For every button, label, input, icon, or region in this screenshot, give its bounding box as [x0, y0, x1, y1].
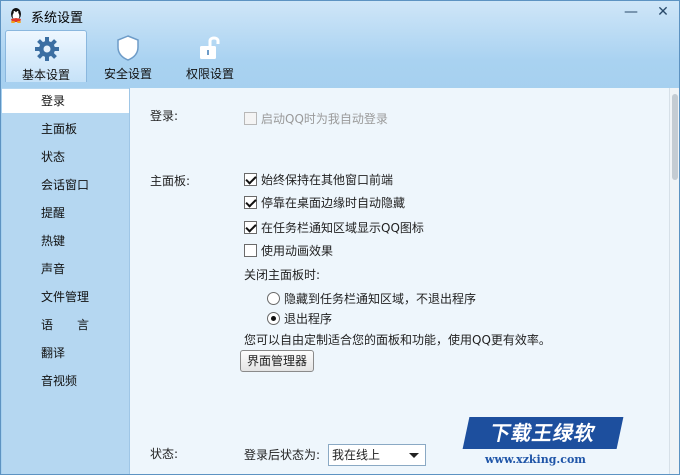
settings-window: 系统设置 — ✕ 基本设置 安全设置 权限设置 登录 主面板 状态 会话窗口 提… [0, 0, 680, 475]
tray-icon-label: 在任务栏通知区域显示QQ图标 [261, 220, 424, 235]
sidebar-item-status[interactable]: 状态 [2, 145, 129, 169]
main-panel-section-label: 主面板: [150, 174, 191, 188]
login-section-label: 登录: [150, 109, 179, 123]
watermark-url: www.xzking.com [485, 453, 586, 466]
watermark-logo: 下载王绿软 www.xzking.com [462, 417, 624, 467]
tab-label: 安全设置 [103, 67, 152, 81]
sidebar-item-chat-window[interactable]: 会话窗口 [2, 173, 129, 197]
sidebar-item-reminder[interactable]: 提醒 [2, 201, 129, 225]
close-hide-radio[interactable] [267, 291, 280, 305]
close-exit-option[interactable]: 退出程序 [267, 309, 332, 327]
tab-basic-settings[interactable]: 基本设置 [5, 30, 87, 82]
tab-security-settings[interactable]: 安全设置 [87, 30, 169, 82]
tray-icon-checkbox[interactable] [244, 220, 257, 234]
close-panel-label: 关闭主面板时: [244, 267, 321, 282]
scrollbar-thumb[interactable] [672, 94, 678, 180]
animation-option[interactable]: 使用动画效果 [244, 241, 333, 259]
login-status-select[interactable]: 我在线上 [328, 444, 426, 466]
settings-sidebar: 登录 主面板 状态 会话窗口 提醒 热键 声音 文件管理 语 言 翻译 音视频 [2, 88, 130, 474]
sidebar-item-main-panel[interactable]: 主面板 [2, 117, 129, 141]
auto-hide-option[interactable]: 停靠在桌面边缘时自动隐藏 [244, 193, 405, 211]
interface-manager-button[interactable]: 界面管理器 [240, 350, 315, 372]
watermark-title: 下载王绿软 [462, 417, 624, 449]
after-login-status-label: 登录后状态为: [244, 447, 321, 462]
animation-checkbox[interactable] [244, 243, 257, 257]
animation-label: 使用动画效果 [261, 243, 334, 258]
close-icon: ✕ [657, 4, 669, 20]
close-button[interactable]: ✕ [650, 3, 676, 23]
close-hide-label: 隐藏到任务栏通知区域，不退出程序 [284, 291, 477, 306]
auto-hide-checkbox[interactable] [244, 195, 257, 209]
auto-login-option[interactable]: 启动QQ时为我自动登录 [244, 109, 388, 127]
sidebar-item-sound[interactable]: 声音 [2, 257, 129, 281]
auto-hide-label: 停靠在桌面边缘时自动隐藏 [261, 195, 406, 210]
chevron-down-icon [409, 453, 419, 458]
auto-login-checkbox[interactable] [244, 111, 257, 125]
sidebar-item-hotkeys[interactable]: 热键 [2, 229, 129, 253]
customization-hint: 您可以自由定制适合您的面板和功能，使用QQ更有效率。 [244, 332, 551, 347]
minimize-icon: — [624, 4, 638, 20]
close-exit-radio[interactable] [267, 311, 280, 325]
tab-label: 基本设置 [21, 68, 70, 82]
tab-label: 权限设置 [185, 67, 234, 81]
gear-icon [35, 37, 59, 61]
sidebar-item-language[interactable]: 语 言 [2, 313, 129, 337]
auto-login-label: 启动QQ时为我自动登录 [261, 111, 388, 126]
login-status-value: 我在线上 [332, 448, 381, 462]
close-exit-label: 退出程序 [284, 311, 333, 326]
tray-icon-option[interactable]: 在任务栏通知区域显示QQ图标 [244, 218, 424, 236]
sidebar-item-login[interactable]: 登录 [2, 89, 130, 113]
always-on-top-option[interactable]: 始终保持在其他窗口前端 [244, 170, 393, 188]
tab-permission-settings[interactable]: 权限设置 [169, 30, 251, 82]
vertical-scrollbar[interactable] [669, 88, 679, 474]
sidebar-item-file-management[interactable]: 文件管理 [2, 285, 129, 309]
shield-icon [117, 35, 139, 61]
window-title: 系统设置 [31, 11, 84, 26]
close-hide-option[interactable]: 隐藏到任务栏通知区域，不退出程序 [267, 289, 476, 307]
qq-penguin-icon [11, 8, 21, 23]
sidebar-item-translation[interactable]: 翻译 [2, 341, 129, 365]
always-on-top-label: 始终保持在其他窗口前端 [261, 172, 394, 187]
status-section-label: 状态: [150, 447, 179, 461]
sidebar-item-audio-video[interactable]: 音视频 [2, 369, 129, 393]
unlock-icon [200, 36, 220, 59]
tab-bar: 基本设置 安全设置 权限设置 [1, 30, 679, 84]
title-bar[interactable]: 系统设置 — ✕ [1, 1, 679, 29]
minimize-button[interactable]: — [618, 3, 644, 23]
always-on-top-checkbox[interactable] [244, 172, 257, 186]
